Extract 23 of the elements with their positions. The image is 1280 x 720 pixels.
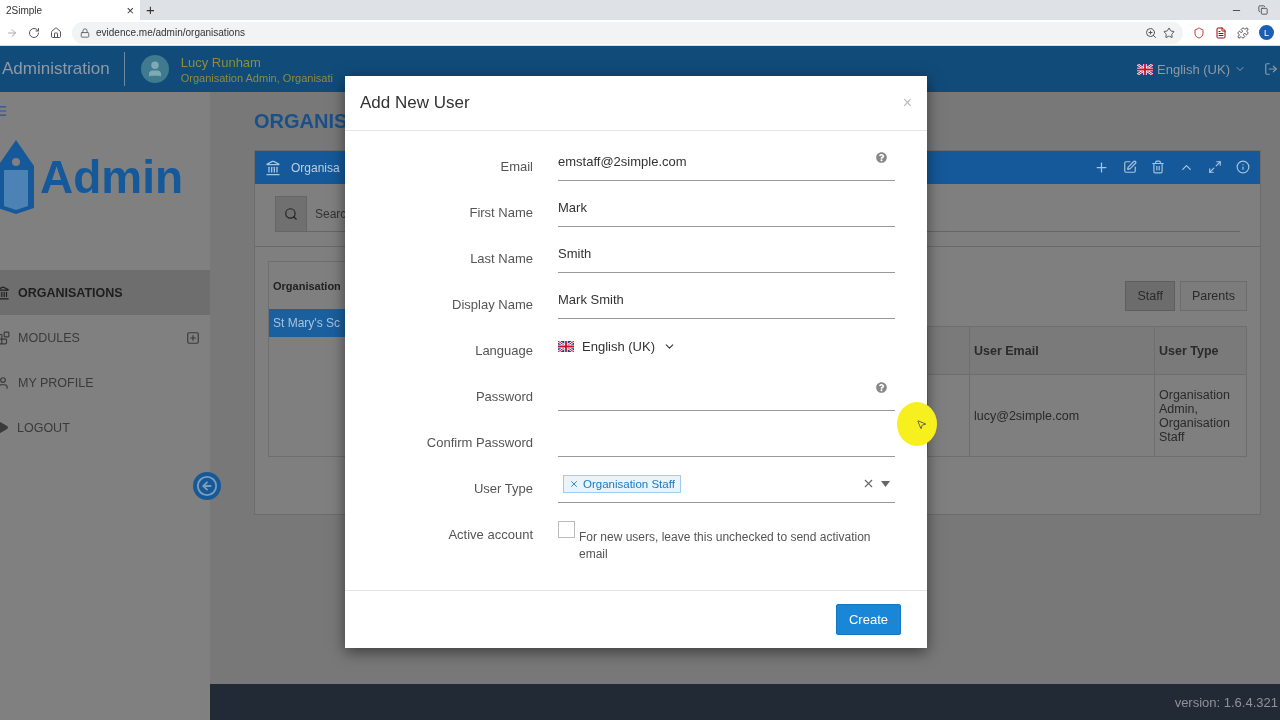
column-header: User Email — [969, 326, 1155, 375]
version-text: version: 1.6.4.321 — [1174, 694, 1278, 710]
field-label: Email — [499, 158, 533, 176]
field-label: Active account — [447, 526, 533, 544]
dialog-title: Add New User — [360, 93, 470, 113]
table-cell: lucy@2simple.com — [969, 374, 1155, 457]
checkbox-hint: For new users, leave this unchecked to send activation email — [579, 529, 872, 563]
field-label: Display Name — [451, 296, 533, 314]
field-label: Password — [474, 388, 533, 406]
user-name: Lucy Runham — [180, 54, 262, 70]
column-header: User Type — [1154, 326, 1247, 375]
user-role: Organisation Admin, Organisati — [180, 71, 333, 84]
field-label: First Name — [468, 204, 533, 222]
field-label: Last Name — [469, 250, 533, 268]
field-label: Confirm Password — [425, 434, 533, 452]
field-label: Language — [474, 342, 533, 360]
app-title: Administration — [2, 52, 125, 86]
logo-text: Admin — [40, 150, 184, 204]
panel-title: Organisa — [291, 160, 340, 175]
page-title: ORGANIS — [254, 110, 349, 132]
table-cell: Organisation Admin, Organisation Staff — [1154, 374, 1247, 457]
field-label: User Type — [473, 480, 533, 498]
column-header: Organisation — [273, 279, 341, 292]
